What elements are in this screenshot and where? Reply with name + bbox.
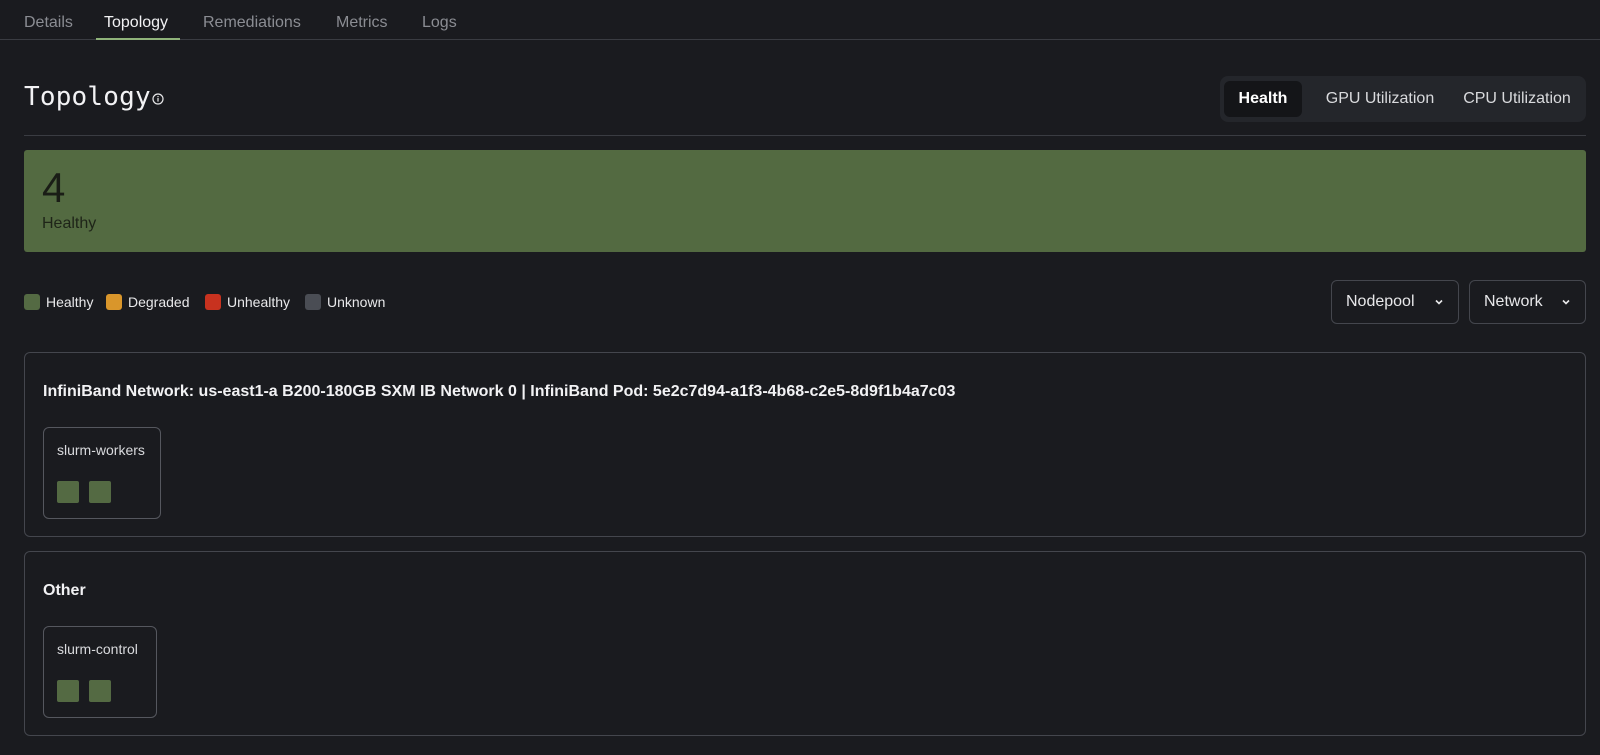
network-group: Other slurm-control bbox=[24, 551, 1586, 736]
view-health-button[interactable]: Health bbox=[1224, 81, 1302, 117]
network-dropdown-label: Network bbox=[1484, 293, 1543, 310]
legend-swatch-unhealthy bbox=[205, 294, 221, 310]
legend-label-unhealthy: Unhealthy bbox=[227, 294, 291, 310]
active-tab-indicator bbox=[96, 38, 180, 40]
node-healthy[interactable] bbox=[89, 481, 111, 503]
healthy-count: 4 bbox=[42, 164, 66, 211]
tab-details[interactable]: Details bbox=[24, 14, 73, 32]
legend-swatch-degraded bbox=[106, 294, 122, 310]
nodepool-card[interactable]: slurm-control bbox=[43, 626, 157, 718]
tab-metrics[interactable]: Metrics bbox=[336, 14, 388, 32]
legend-swatch-healthy bbox=[24, 294, 40, 310]
network-group-title: InfiniBand Network: us-east1-a B200-180G… bbox=[43, 383, 956, 400]
nodepool-name: slurm-control bbox=[57, 641, 138, 657]
tab-logs[interactable]: Logs bbox=[422, 14, 457, 32]
view-cpu-utilization-button[interactable]: CPU Utilization bbox=[1450, 81, 1584, 117]
tab-topology[interactable]: Topology bbox=[104, 14, 168, 32]
legend-item-unhealthy: Unhealthy bbox=[205, 292, 290, 312]
view-gpu-utilization-button[interactable]: GPU Utilization bbox=[1308, 81, 1452, 117]
network-dropdown[interactable]: Network bbox=[1469, 280, 1586, 324]
header-divider bbox=[24, 135, 1586, 136]
tab-bar: Details Topology Remediations Metrics Lo… bbox=[0, 0, 1600, 40]
legend-label-degraded: Degraded bbox=[128, 294, 190, 310]
legend-item-healthy: Healthy bbox=[24, 292, 93, 312]
node-healthy[interactable] bbox=[57, 481, 79, 503]
legend-item-degraded: Degraded bbox=[106, 292, 190, 312]
nodepool-name: slurm-workers bbox=[57, 442, 145, 458]
legend-label-healthy: Healthy bbox=[46, 294, 94, 310]
page-title: Topology bbox=[24, 82, 151, 112]
legend-swatch-unknown bbox=[305, 294, 321, 310]
network-group: InfiniBand Network: us-east1-a B200-180G… bbox=[24, 352, 1586, 537]
nodepool-dropdown-label: Nodepool bbox=[1346, 293, 1415, 310]
tab-remediations[interactable]: Remediations bbox=[203, 14, 301, 32]
chevron-down-icon bbox=[1562, 299, 1570, 305]
healthy-label: Healthy bbox=[42, 215, 97, 232]
info-circle-icon[interactable] bbox=[152, 93, 164, 105]
view-mode-toggle: Health GPU Utilization CPU Utilization bbox=[1220, 76, 1586, 122]
health-summary-card: 4 Healthy bbox=[24, 150, 1586, 252]
chevron-down-icon bbox=[1435, 299, 1443, 305]
legend-label-unknown: Unknown bbox=[327, 294, 386, 310]
legend-item-unknown: Unknown bbox=[305, 292, 385, 312]
network-group-title: Other bbox=[43, 582, 86, 599]
node-healthy[interactable] bbox=[57, 680, 79, 702]
nodepool-dropdown[interactable]: Nodepool bbox=[1331, 280, 1459, 324]
node-healthy[interactable] bbox=[89, 680, 111, 702]
nodepool-card[interactable]: slurm-workers bbox=[43, 427, 161, 519]
